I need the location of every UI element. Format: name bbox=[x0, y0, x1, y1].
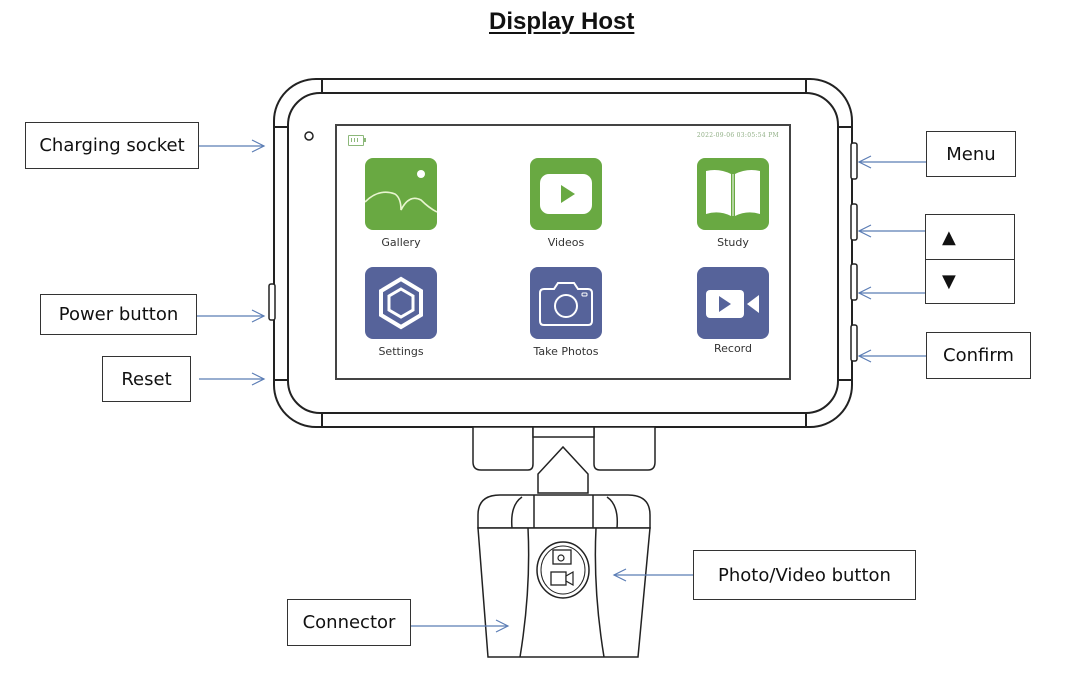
label-reset: Reset bbox=[102, 356, 191, 402]
label-power-button: Power button bbox=[40, 294, 197, 335]
label-charging-socket: Charging socket bbox=[25, 122, 199, 169]
app-label: Videos bbox=[547, 236, 585, 249]
camera-icon bbox=[539, 282, 593, 326]
label-up-arrow: ▲ bbox=[925, 214, 1015, 260]
photo-mini-icon bbox=[552, 549, 572, 565]
take-photos-tile[interactable] bbox=[530, 267, 602, 339]
connector-top bbox=[477, 494, 651, 529]
hinge-left-block bbox=[472, 426, 534, 471]
hinge-neck bbox=[537, 445, 589, 494]
label-menu: Menu bbox=[926, 131, 1016, 177]
power-side-button bbox=[268, 283, 276, 321]
play-icon bbox=[540, 174, 592, 214]
device-screen: 2022-09-06 03:05:54 PM Gallery Videos St… bbox=[335, 124, 791, 380]
label-connector: Connector bbox=[287, 599, 411, 646]
app-label: Gallery bbox=[381, 236, 421, 249]
videos-tile[interactable] bbox=[530, 158, 602, 230]
settings-tile[interactable] bbox=[365, 267, 437, 339]
video-camera-icon bbox=[706, 290, 759, 318]
down-side-button bbox=[850, 263, 858, 301]
app-label: Settings bbox=[378, 345, 424, 358]
up-side-button bbox=[850, 203, 858, 241]
app-record[interactable]: Record bbox=[688, 267, 778, 355]
record-tile[interactable] bbox=[697, 267, 769, 339]
hexagon-gear-icon bbox=[379, 276, 423, 330]
app-label: Study bbox=[717, 236, 749, 249]
label-photo-video-button: Photo/Video button bbox=[693, 550, 916, 600]
image-icon bbox=[365, 170, 437, 213]
app-settings[interactable]: Settings bbox=[356, 267, 446, 358]
app-gallery[interactable]: Gallery bbox=[356, 158, 446, 249]
app-label: Take Photos bbox=[533, 345, 599, 358]
hinge-center bbox=[532, 426, 595, 438]
photo-video-round-button bbox=[536, 541, 590, 599]
hinge-right-block bbox=[593, 426, 656, 471]
confirm-side-button bbox=[850, 324, 858, 362]
label-confirm: Confirm bbox=[926, 332, 1031, 379]
menu-side-button bbox=[850, 142, 858, 180]
battery-icon bbox=[348, 135, 366, 146]
book-icon bbox=[706, 170, 760, 216]
app-label: Record bbox=[713, 342, 752, 355]
gallery-tile[interactable] bbox=[365, 158, 437, 230]
screen-timestamp: 2022-09-06 03:05:54 PM bbox=[696, 132, 779, 139]
video-mini-icon bbox=[550, 571, 567, 586]
app-study[interactable]: Study bbox=[688, 158, 778, 249]
app-take-photos[interactable]: Take Photos bbox=[521, 267, 611, 358]
app-videos[interactable]: Videos bbox=[521, 158, 611, 249]
study-tile[interactable] bbox=[697, 158, 769, 230]
label-down-arrow: ▼ bbox=[925, 259, 1015, 304]
front-camera bbox=[304, 131, 314, 141]
